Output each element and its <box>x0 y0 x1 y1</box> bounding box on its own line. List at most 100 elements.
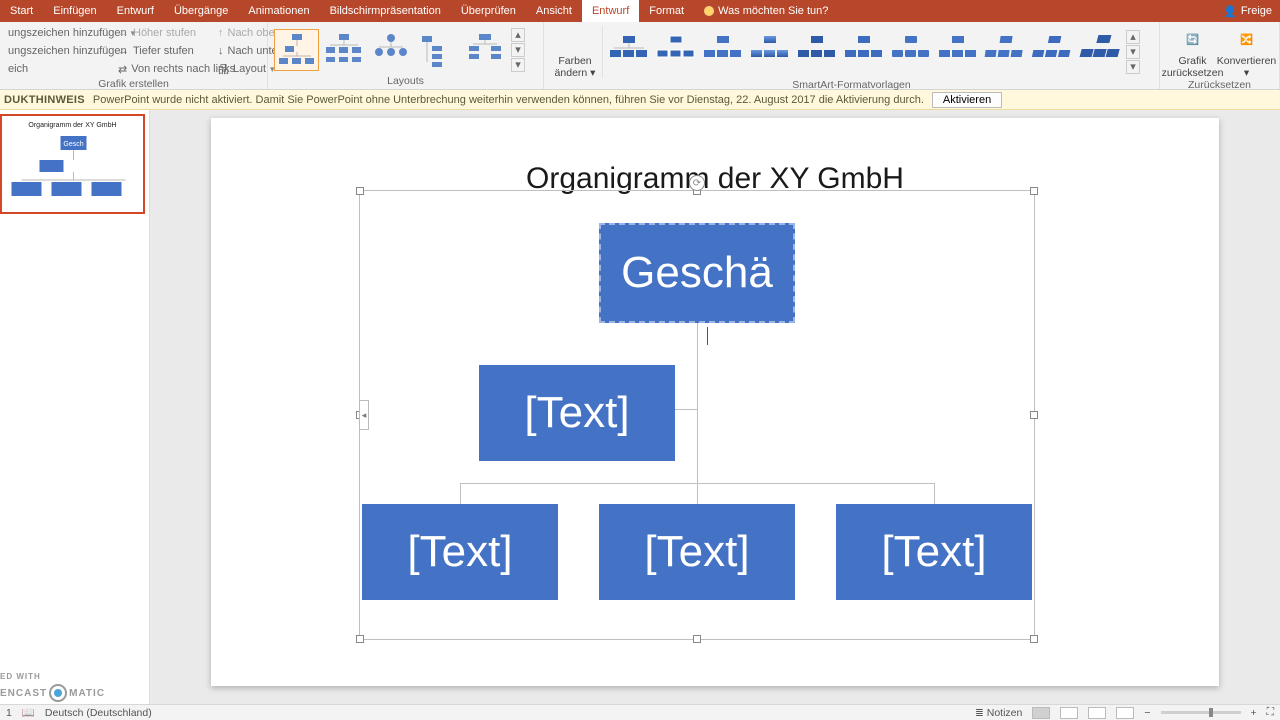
style-option-9[interactable] <box>981 31 1028 73</box>
move-up-button[interactable]: ↑ Nach oben <box>216 24 276 42</box>
text-pane-expander[interactable]: ◂ <box>359 400 369 430</box>
group-label-layouts: Layouts <box>268 75 543 89</box>
notice-tag: DUKTHINWEIS <box>4 94 85 106</box>
tab-format[interactable]: Format <box>639 0 694 22</box>
layouts-scroll-up[interactable]: ▴ <box>511 28 525 42</box>
style-option-8[interactable] <box>934 31 981 73</box>
layout-option-2[interactable] <box>321 29 366 71</box>
notice-text: PowerPoint wurde nicht aktiviert. Damit … <box>93 94 924 106</box>
group-label-reset: Zurücksetzen <box>1160 79 1279 93</box>
style-option-3[interactable] <box>699 31 746 73</box>
org-node-child-3[interactable]: [Text] <box>836 504 1032 600</box>
org-node-assistant[interactable]: [Text] <box>479 365 675 461</box>
layout-option-1[interactable] <box>274 29 319 71</box>
resize-handle-tl[interactable] <box>356 187 364 195</box>
view-sorter[interactable] <box>1060 707 1078 719</box>
fit-to-window[interactable]: ⛶ <box>1267 706 1274 719</box>
rtl-button[interactable]: ⇄ Von rechts nach links <box>116 60 212 78</box>
demote-button[interactable]: → Tiefer stufen <box>116 42 212 60</box>
spellcheck-icon[interactable]: 📖 <box>22 706 35 719</box>
layout-option-5[interactable] <box>462 29 507 71</box>
reset-icon: 🔄 <box>1180 28 1206 54</box>
connector <box>460 483 461 504</box>
org-node-top[interactable]: Geschä <box>599 223 795 323</box>
activate-button[interactable]: Aktivieren <box>932 92 1002 108</box>
style-option-6[interactable] <box>840 31 887 73</box>
ribbon-tabbar: Start Einfügen Entwurf Übergänge Animati… <box>0 0 1280 22</box>
view-normal[interactable] <box>1032 707 1050 719</box>
slide[interactable]: Organigramm der XY GmbH ⟳ ◂ Ges <box>211 118 1219 686</box>
org-node-child-2[interactable]: [Text] <box>599 504 795 600</box>
group-label-styles: SmartArt-Formatvorlagen <box>544 79 1159 93</box>
language-status[interactable]: Deutsch (Deutschland) <box>45 707 152 719</box>
styles-more[interactable]: ▾ <box>1126 60 1140 74</box>
tab-smartart-entwurf[interactable]: Entwurf <box>582 0 639 22</box>
text-cursor <box>707 327 708 345</box>
connector <box>697 323 698 483</box>
org-node-child-1[interactable]: [Text] <box>362 504 558 600</box>
slide-thumbnail-panel: Organigramm der XY GmbH Gesch <box>0 110 150 704</box>
tab-uebergaenge[interactable]: Übergänge <box>164 0 238 22</box>
style-option-2[interactable] <box>652 31 699 73</box>
view-slideshow[interactable] <box>1116 707 1134 719</box>
tab-einfuegen[interactable]: Einfügen <box>43 0 106 22</box>
user-icon: 👤 <box>1223 5 1237 18</box>
layouts-more[interactable]: ▾ <box>511 58 525 72</box>
watermark-icon <box>49 684 67 702</box>
slide-thumbnail-1[interactable]: Organigramm der XY GmbH Gesch <box>0 114 145 214</box>
style-option-5[interactable] <box>793 31 840 73</box>
view-reading[interactable] <box>1088 707 1106 719</box>
connector <box>697 483 698 504</box>
connector <box>934 483 935 504</box>
ribbon: ungszeichen hinzufügen▾ ungszeichen hinz… <box>0 22 1280 90</box>
tell-me-search[interactable]: Was möchten Sie tun? <box>694 0 838 22</box>
tell-me-label: Was möchten Sie tun? <box>718 5 828 17</box>
resize-handle-b[interactable] <box>693 635 701 643</box>
layouts-scroll-down[interactable]: ▾ <box>511 43 525 57</box>
group-label-create: Grafik erstellen <box>0 78 267 92</box>
zoom-slider[interactable] <box>1161 711 1241 714</box>
resize-handle-bl[interactable] <box>356 635 364 643</box>
promote-button[interactable]: ← Höher stufen <box>116 24 212 42</box>
style-option-4[interactable] <box>746 31 793 73</box>
change-colors-button[interactable]: Farbenändern ▾ <box>550 24 600 79</box>
tab-start[interactable]: Start <box>0 0 43 22</box>
slide-number: 1 <box>6 707 12 719</box>
tab-ueberpruefen[interactable]: Überprüfen <box>451 0 526 22</box>
status-bar: 1 📖 Deutsch (Deutschland) ≣ Notizen − + … <box>0 704 1280 720</box>
recorder-watermark: ED WITH ENCAST MATIC <box>0 684 105 702</box>
style-option-1[interactable] <box>605 31 652 73</box>
layout-dropdown[interactable]: 品 Layout▾ <box>216 60 276 78</box>
layout-option-3[interactable] <box>368 29 413 71</box>
slide-canvas-wrap: Organigramm der XY GmbH ⟳ ◂ Ges <box>150 110 1280 704</box>
add-bullet-button-2[interactable]: ungszeichen hinzufügen <box>6 42 112 60</box>
smartart-selection-frame[interactable]: ⟳ ◂ Geschä [Text] [Text] [Text] [Text] <box>359 190 1035 640</box>
lightbulb-icon <box>704 6 714 16</box>
reset-graphic-button[interactable]: 🔄 Grafikzurücksetzen <box>1168 24 1218 79</box>
style-option-10[interactable] <box>1028 31 1075 73</box>
convert-button[interactable]: 🔀 Konvertieren▾ <box>1222 24 1272 79</box>
add-bullet-button[interactable]: ungszeichen hinzufügen▾ <box>6 24 112 42</box>
tab-animationen[interactable]: Animationen <box>238 0 319 22</box>
notes-button[interactable]: ≣ Notizen <box>975 707 1022 719</box>
rotate-handle[interactable]: ⟳ <box>689 175 705 191</box>
account-button[interactable]: 👤 Freige <box>1215 0 1280 22</box>
resize-handle-br[interactable] <box>1030 635 1038 643</box>
text-pane-button[interactable]: eich <box>6 60 112 78</box>
tab-entwurf[interactable]: Entwurf <box>107 0 164 22</box>
styles-scroll-up[interactable]: ▴ <box>1126 30 1140 44</box>
resize-handle-r[interactable] <box>1030 411 1038 419</box>
styles-scroll-down[interactable]: ▾ <box>1126 45 1140 59</box>
style-option-11[interactable] <box>1075 31 1122 73</box>
tab-ansicht[interactable]: Ansicht <box>526 0 582 22</box>
zoom-out[interactable]: − <box>1144 707 1150 719</box>
thumb-title: Organigramm der XY GmbH <box>10 122 135 129</box>
tab-bildschirmpraesentation[interactable]: Bildschirmpräsentation <box>320 0 451 22</box>
move-down-button[interactable]: ↓ Nach unten <box>216 42 276 60</box>
layout-option-4[interactable] <box>415 29 460 71</box>
style-option-7[interactable] <box>887 31 934 73</box>
resize-handle-tr[interactable] <box>1030 187 1038 195</box>
convert-icon: 🔀 <box>1234 28 1260 54</box>
svg-text:Gesch: Gesch <box>63 141 83 148</box>
zoom-in[interactable]: + <box>1251 707 1257 719</box>
